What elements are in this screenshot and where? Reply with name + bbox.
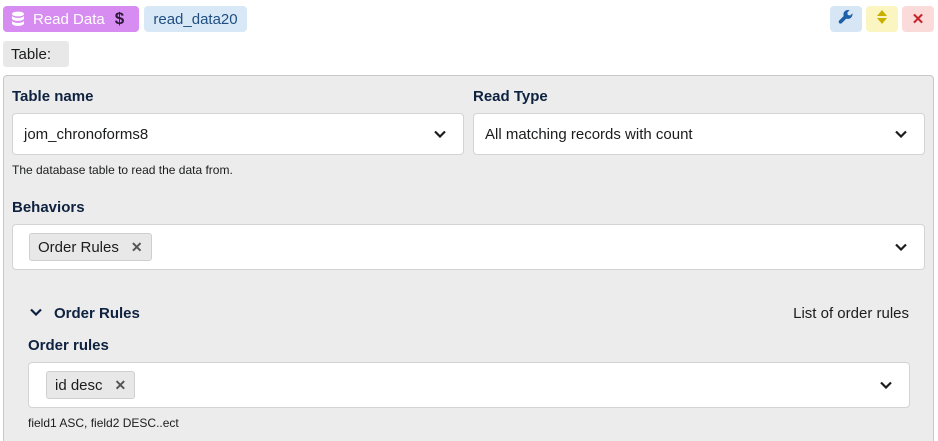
settings-panel: Table name jom_chronoforms8 The database… [3, 75, 934, 441]
chevron-down-icon [894, 127, 908, 141]
remove-tag-icon[interactable]: ✕ [115, 377, 127, 394]
order-rules-hint: field1 ASC, field2 DESC..ect [28, 416, 179, 430]
table-name-value: jom_chronoforms8 [24, 125, 149, 143]
chevron-down-icon [894, 240, 908, 254]
order-rule-tag: id desc ✕ [46, 371, 136, 399]
edit-button[interactable] [830, 6, 862, 32]
instance-name-badge[interactable]: read_data20 [144, 6, 247, 32]
remove-tag-icon[interactable]: ✕ [131, 239, 143, 256]
table-name-label: Table name [12, 88, 94, 105]
table-name-select[interactable]: jom_chronoforms8 [12, 113, 464, 155]
sort-button[interactable] [866, 6, 898, 32]
read-type-label: Read Type [473, 88, 548, 105]
order-rules-section-title: Order Rules [54, 305, 140, 322]
sort-icon [876, 9, 888, 29]
action-type-label: Read Data [33, 10, 105, 28]
order-rules-label: Order rules [28, 337, 109, 354]
read-type-value: All matching records with count [485, 125, 693, 143]
order-rule-tag-label: id desc [55, 376, 103, 394]
behavior-tag-label: Order Rules [38, 238, 119, 256]
chevron-down-icon [879, 378, 893, 392]
order-rules-note: List of order rules [793, 305, 909, 322]
dollar-icon: $ [114, 9, 125, 28]
database-icon [11, 11, 25, 27]
order-rules-multiselect[interactable] [28, 362, 910, 408]
close-button[interactable]: ✕ [902, 6, 934, 32]
wrench-icon [838, 9, 854, 29]
chevron-down-icon [30, 308, 42, 320]
table-chip: Table: [3, 41, 69, 67]
behavior-tag: Order Rules ✕ [29, 233, 152, 261]
order-rules-section-toggle[interactable]: Order Rules [30, 305, 140, 322]
behaviors-label: Behaviors [12, 199, 85, 216]
chevron-down-icon [433, 127, 447, 141]
action-header: Read Data $ read_data20 ✕ [0, 0, 938, 40]
read-type-select[interactable]: All matching records with count [473, 113, 925, 155]
table-name-hint: The database table to read the data from… [12, 163, 233, 177]
action-type-badge[interactable]: Read Data $ [3, 6, 139, 32]
close-icon: ✕ [911, 11, 925, 28]
